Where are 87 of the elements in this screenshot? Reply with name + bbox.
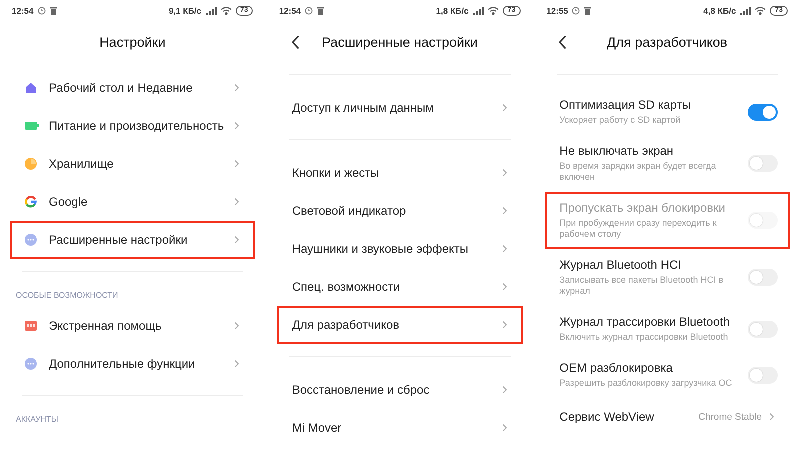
wifi-icon [488,7,499,15]
item-label: Спец. возможности [292,280,402,294]
settings-item[interactable]: Доступ к личным данным [277,89,523,127]
wifi-icon [755,7,766,15]
item-label: Для разработчиков [292,318,401,332]
signal-icon [206,7,217,15]
alarm-icon [38,7,46,15]
section-heading: ОСОБЫЕ ВОЗМОЖНОСТИ [15,290,120,302]
more-icon [25,234,37,246]
item-value: Chrome Stable [698,412,762,422]
settings-item[interactable]: Хранилище [10,145,256,183]
item-description: Во время зарядки экран будет всегда включен [560,161,718,183]
battery-icon [25,122,39,130]
item-label: Хранилище [49,157,115,171]
item-description: Разрешить разблокировку загрузчика ОС [560,378,734,389]
clock-time: 12:54 [279,6,302,16]
network-speed: 4,8 КБ/с [704,6,736,16]
toggle-item[interactable]: OEM разблокировка Разрешить разблокировку загрузчика ОС [544,352,790,398]
settings-item[interactable]: Восстановление и сброс [277,371,523,409]
item-label: Журнал Bluetooth HCI [560,258,682,273]
back-icon [559,36,566,48]
screen-title: Для разработчиков [606,34,729,50]
settings-item[interactable]: Рабочий стол и Недавние [10,69,256,107]
item-label: Наушники и звуковые эффекты [292,242,470,256]
screen-title: Расширенные настройки [321,34,479,50]
settings-item[interactable]: Дополнительные функции [10,345,256,383]
sos-icon [25,321,37,331]
item-label: Не выключать экран [560,144,675,159]
home-icon [25,82,37,94]
item-label: Дополнительные функции [49,357,196,371]
toggle-item[interactable]: Журнал Bluetooth HCI Записывать все пакеты Bluetooth HCI в журнал [544,249,790,306]
settings-item[interactable]: Питание и производительность [10,107,256,145]
settings-item[interactable]: Сервис WebView Chrome Stable [544,398,790,436]
google-icon [25,196,37,208]
item-label: Рабочий стол и Недавние [49,81,194,95]
toggle-switch[interactable] [748,104,778,120]
item-label: Питание и производительность [49,119,226,133]
item-label: Mi Mover [292,421,343,435]
network-speed: 9,1 КБ/с [168,6,202,16]
settings-item[interactable]: Экстренная помощь [10,307,256,345]
settings-item[interactable]: Спец. возможности [277,268,523,306]
alarm-icon [305,7,314,15]
item-label: Пропускать экран блокировки [560,201,726,216]
item-description: При пробуждении сразу переходить к рабочем столу [560,218,718,240]
item-description: Включить журнал трассировки Bluetooth [560,332,730,343]
settings-item[interactable]: Google [10,183,256,221]
toggle-switch[interactable] [748,320,778,338]
back-icon [292,36,299,48]
trash-icon [50,7,57,15]
toggle-item[interactable]: Журнал трассировки Bluetooth Включить журнал трассировки Bluetooth [544,306,790,352]
settings-item[interactable]: Кнопки и жесты [277,154,523,192]
settings-item[interactable]: Световой индикатор [277,192,523,230]
clock-time: 12:54 [12,6,34,16]
signal-icon [740,7,752,15]
item-description: Записывать все пакеты Bluetooth HCI в журнал [560,275,724,297]
settings-item[interactable]: Mi Mover [277,409,523,447]
trash-icon [317,7,324,15]
toggle-item[interactable]: Оптимизация SD карты Ускоряет работу с SD картой [544,89,790,135]
toggle-switch[interactable] [748,366,778,384]
item-label: Световой индикатор [292,204,408,218]
item-label: Журнал трассировки Bluetooth [560,315,732,330]
item-description: Ускоряет работу с SD картой [560,115,682,126]
settings-item[interactable]: Расширенные настройки [10,221,256,259]
item-label: Доступ к личным данным [292,101,435,115]
item-label: Расширенные настройки [49,233,189,247]
toggle-switch[interactable] [748,269,778,286]
network-speed: 1,8 КБ/с [436,6,469,16]
toggle-switch[interactable] [748,155,778,172]
item-label: Google [49,195,89,209]
toggle-item[interactable]: Не выключать экран Во время зарядки экран будет всегда включен [544,135,790,192]
item-label: Сервис WebView [560,410,656,424]
item-label: Экстренная помощь [49,319,163,333]
pie-chart-icon [25,158,37,170]
item-label: Кнопки и жесты [292,166,380,180]
wifi-icon [220,7,232,15]
item-label: Восстановление и сброс [292,383,431,397]
alarm-icon [572,7,580,15]
settings-item[interactable]: Для разработчиков [277,306,523,344]
trash-icon [584,7,592,15]
settings-item[interactable]: Наушники и звуковые эффекты [277,230,523,268]
screen-title: Настройки [98,34,167,50]
signal-icon [472,7,484,15]
item-label: Оптимизация SD карты [560,98,692,113]
more-icon [25,358,37,370]
clock-time: 12:55 [546,6,568,16]
section-heading: АККАУНТЫ [15,414,60,426]
item-label: OEM разблокировка [560,361,674,376]
